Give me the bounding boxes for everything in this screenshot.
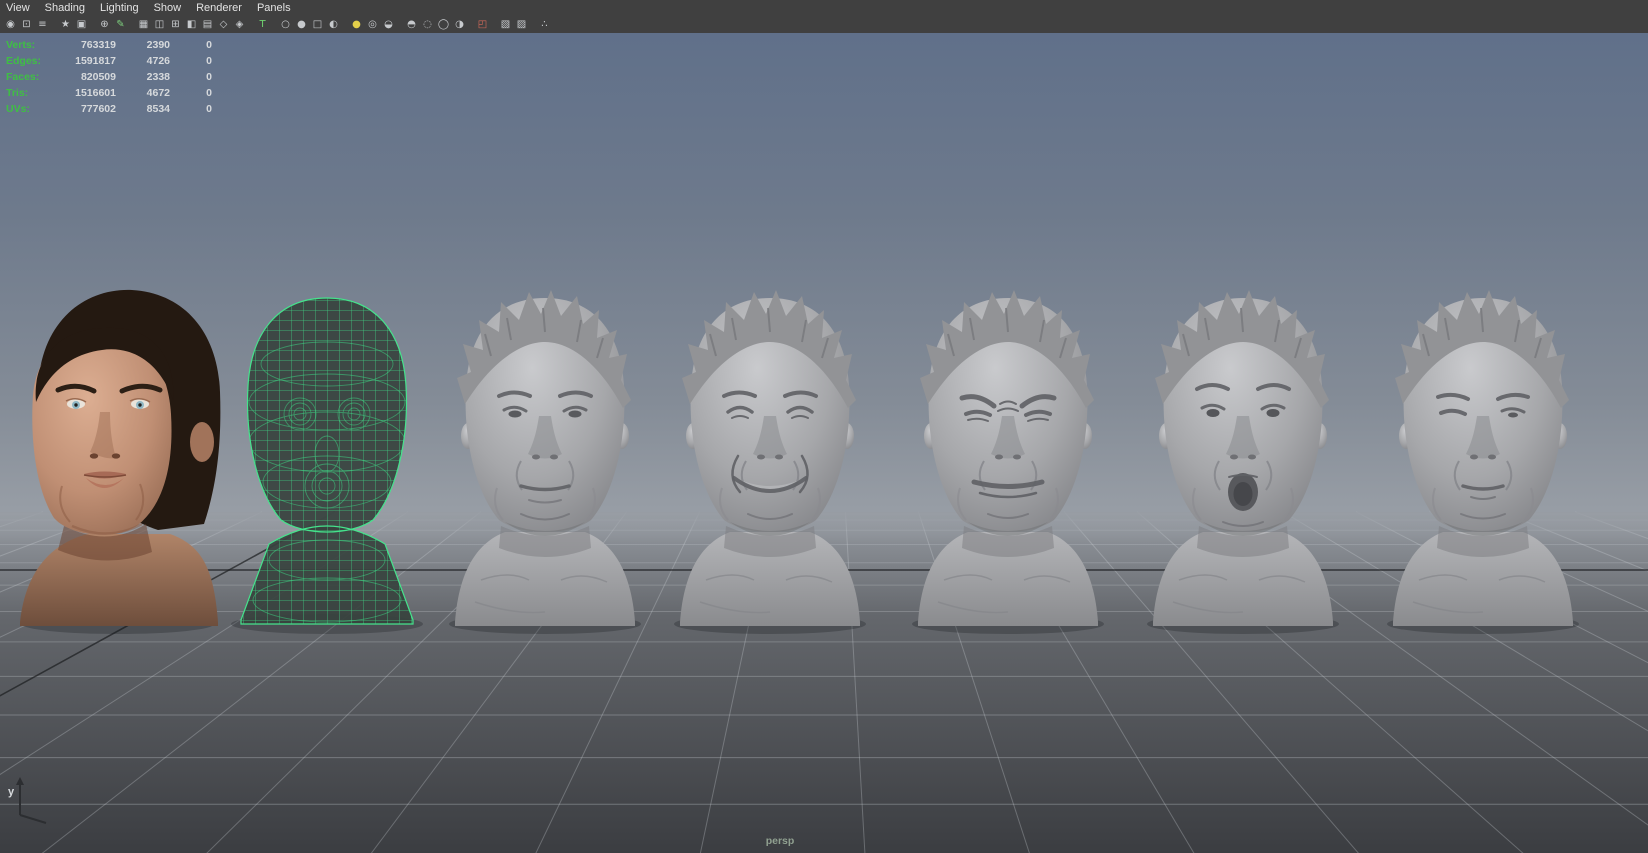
field-chart-icon[interactable]: ▤ [200,17,215,32]
textured-shade-icon[interactable]: ◐ [326,17,341,32]
poly-count-hud: Verts:76331923900Edges:159181747260Faces… [6,37,212,117]
menu-shading[interactable]: Shading [45,2,85,14]
gate-mask-icon[interactable]: ◧ [184,17,199,32]
wireframe-display-icon[interactable]: ○ [278,17,293,32]
panel-menu-bar: View Shading Lighting Show Renderer Panels [0,0,1648,16]
hud-row: Verts:76331923900 [6,37,212,53]
isolate-select-icon[interactable]: ◰ [475,17,490,32]
safe-title-icon[interactable]: ◈ [232,17,247,32]
scan-head-smile[interactable] [674,290,866,634]
menu-lighting[interactable]: Lighting [100,2,139,14]
hud-value: 0 [170,39,212,51]
scan-head-scrunch[interactable] [912,290,1104,634]
scan-head-squint[interactable] [1387,290,1579,634]
axis-label: y [8,786,15,798]
depth-of-field-icon[interactable]: ◑ [452,17,467,32]
bounding-box-icon[interactable]: □ [310,17,325,32]
hud-label: Tris: [6,87,54,99]
pan-zoom-icon[interactable]: ⊕ [97,17,112,32]
menu-renderer[interactable]: Renderer [196,2,242,14]
lock-camera-icon[interactable]: ⊡ [19,17,34,32]
hud-label: UVs: [6,103,54,115]
bookmark-icon[interactable]: ★ [58,17,73,32]
hud-value: 8534 [116,103,170,115]
hud-row: UVs:77760285340 [6,101,212,117]
shadows-icon[interactable]: ◒ [381,17,396,32]
hud-value: 4672 [116,87,170,99]
smooth-shade-icon[interactable]: ● [294,17,309,32]
menu-view[interactable]: View [6,2,30,14]
hud-value: 763319 [54,39,116,51]
hud-row: Tris:151660146720 [6,85,212,101]
hud-value: 820509 [54,71,116,83]
hud-value: 2390 [116,39,170,51]
menu-panels[interactable]: Panels [257,2,291,14]
hud-row: Faces:82050923380 [6,69,212,85]
hud-value: 777602 [54,103,116,115]
menu-show[interactable]: Show [154,2,182,14]
share-view-icon[interactable]: ∴ [537,17,552,32]
hud-value: 0 [170,103,212,115]
select-camera-icon[interactable]: ◉ [3,17,18,32]
resolution-gate-icon[interactable]: ⊞ [168,17,183,32]
hud-value: 1591817 [54,55,116,67]
all-lights-icon[interactable]: ◎ [365,17,380,32]
xray-icon[interactable]: ▧ [498,17,513,32]
hud-value: 0 [170,87,212,99]
motion-blur-icon[interactable]: ◌ [420,17,435,32]
camera-attributes-icon[interactable]: ≡ [35,17,50,32]
maya-viewport-window: View Shading Lighting Show Renderer Panels ◉⊡… [0,0,1648,853]
wireframe-on-shaded-icon[interactable]: ▨ [514,17,529,32]
safe-action-icon[interactable]: ◇ [216,17,231,32]
occlusion-icon[interactable]: ◓ [404,17,419,32]
hud-value: 0 [170,55,212,67]
hud-value: 0 [170,71,212,83]
scan-head-open-mouth[interactable] [1147,290,1339,634]
hud-value: 1516601 [54,87,116,99]
textured-head[interactable] [20,290,220,634]
hud-value: 2338 [116,71,170,83]
textured-display-icon[interactable]: T [255,17,270,32]
viewport-scene: y [0,33,1648,853]
grid-icon[interactable]: ▦ [136,17,151,32]
image-plane-icon[interactable]: ▣ [74,17,89,32]
wireframe-head[interactable] [227,282,427,634]
camera-label: persp [766,835,795,847]
scan-head-neutral[interactable] [449,290,641,634]
hud-label: Edges: [6,55,54,67]
perspective-viewport[interactable]: y Verts:76331923900Edges:159181747260Fac… [0,33,1648,853]
multisample-icon[interactable]: ◯ [436,17,451,32]
panel-toolbar: ◉⊡≡★▣⊕✎▦◫⊞◧▤◇◈T○●□◐●◎◒◓◌◯◑◰▧▨∴ [0,16,1648,34]
film-gate-icon[interactable]: ◫ [152,17,167,32]
hud-label: Verts: [6,39,54,51]
default-light-icon[interactable]: ● [349,17,364,32]
hud-label: Faces: [6,71,54,83]
hud-row: Edges:159181747260 [6,53,212,69]
grease-pencil-icon[interactable]: ✎ [113,17,128,32]
hud-value: 4726 [116,55,170,67]
